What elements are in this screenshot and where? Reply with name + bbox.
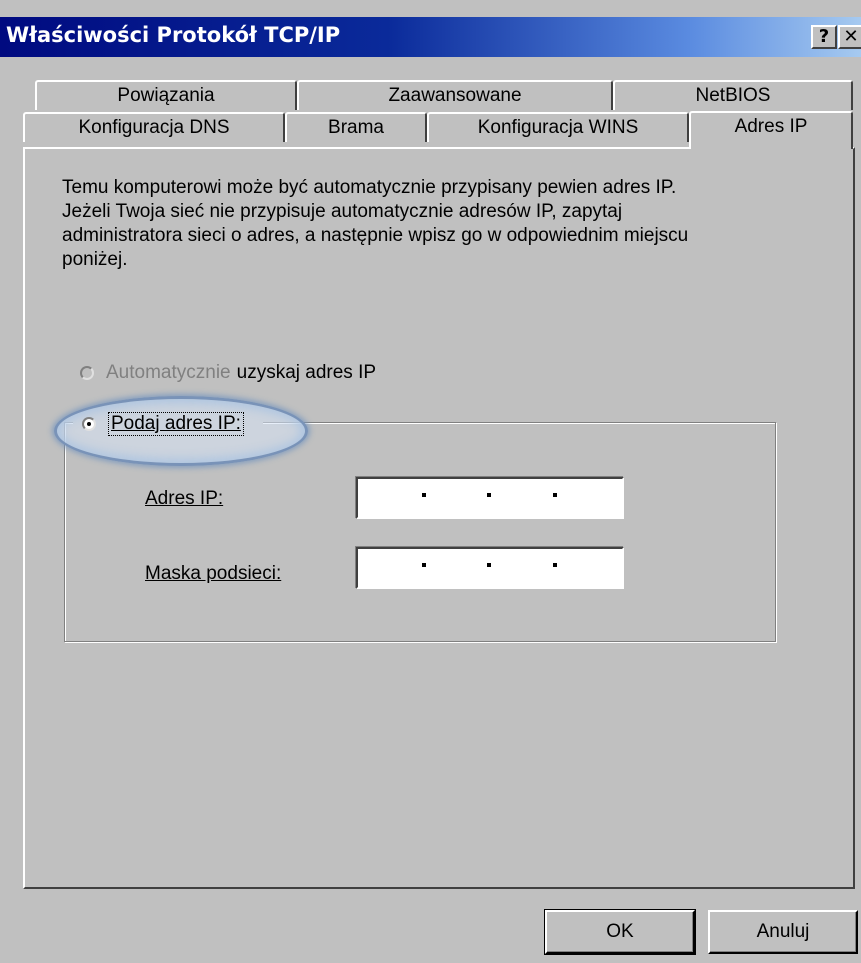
window-title: Właściwości Protokół TCP/IP — [6, 23, 341, 47]
ip-octet-separator — [487, 493, 491, 497]
help-button[interactable]: ? — [811, 25, 837, 49]
tcpip-properties-dialog: Właściwości Protokół TCP/IP ? ✕ Powiązan… — [0, 0, 861, 963]
close-icon[interactable]: ✕ — [843, 26, 858, 47]
auto-ip-option[interactable]: Automatycznie uzyskaj adres IP — [80, 362, 376, 384]
subnet-mask-input[interactable] — [356, 547, 624, 589]
ip-address-input[interactable] — [356, 477, 624, 519]
tab-brama[interactable]: Brama — [285, 112, 427, 142]
tab-adres-ip[interactable]: Adres IP — [689, 111, 853, 149]
close-button[interactable]: ✕ — [838, 25, 861, 49]
cancel-button[interactable]: Anuluj — [708, 910, 858, 954]
subnet-mask-label: Maska podsieci: — [145, 563, 282, 584]
tab-konfiguracja-dns[interactable]: Konfiguracja DNS — [23, 112, 285, 142]
manual-ip-label: Podaj adres IP: — [108, 412, 244, 436]
tab-powiazania[interactable]: Powiązania — [35, 80, 297, 110]
ip-octet-separator — [553, 493, 557, 497]
title-bar[interactable]: Właściwości Protokół TCP/IP ? ✕ — [0, 17, 861, 57]
tab-zaawansowane[interactable]: Zaawansowane — [297, 80, 613, 110]
auto-ip-label-part1: Automatycznie — [106, 362, 231, 383]
ip-octet-separator — [422, 493, 426, 497]
auto-ip-label-part2: uzyskaj adres IP — [236, 362, 377, 383]
description-text: Temu komputerowi może być automatycznie … — [62, 177, 689, 270]
auto-ip-radio[interactable] — [80, 366, 94, 380]
mask-octet-separator — [487, 563, 491, 567]
mask-octet-separator — [422, 563, 426, 567]
ok-button[interactable]: OK — [544, 909, 696, 955]
tab-netbios[interactable]: NetBIOS — [613, 80, 853, 110]
manual-ip-radio[interactable] — [82, 417, 96, 431]
tab-konfiguracja-wins[interactable]: Konfiguracja WINS — [427, 112, 689, 142]
mask-octet-separator — [553, 563, 557, 567]
ip-address-label: Adres IP: — [145, 488, 224, 509]
manual-ip-option[interactable]: Podaj adres IP: — [82, 412, 244, 436]
